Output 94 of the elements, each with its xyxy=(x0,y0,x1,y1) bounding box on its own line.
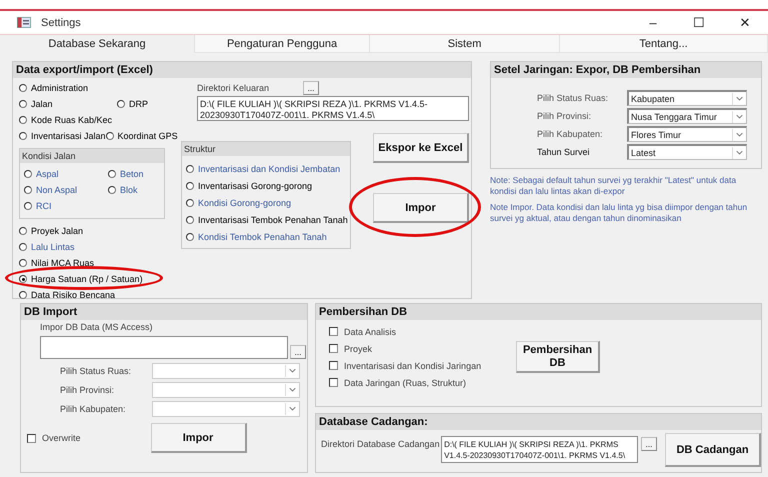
radio-label: DRP xyxy=(129,99,148,109)
checkbox-label: Inventarisasi dan Kondisi Jaringan xyxy=(344,360,482,370)
radio-label: Data Risiko Bencana xyxy=(31,290,116,300)
checkbox-label: Proyek xyxy=(344,344,372,354)
radio-label: Jalan xyxy=(31,99,53,109)
radio-button[interactable] xyxy=(108,170,116,178)
radio-button[interactable] xyxy=(186,198,194,206)
radio-label: Administration xyxy=(31,83,88,93)
field-label: Direktori Keluaran xyxy=(197,83,270,93)
radio-button[interactable] xyxy=(19,243,27,251)
radio-button[interactable] xyxy=(19,259,27,267)
browse-button[interactable]: ... xyxy=(303,81,319,95)
checkbox-label: Data Jaringan (Ruas, Struktur) xyxy=(344,378,466,388)
radio-label: RCI xyxy=(36,201,52,211)
backup-button[interactable]: DB Cadangan xyxy=(665,433,761,467)
radio-button[interactable] xyxy=(19,275,27,283)
radio-label: Harga Satuan (Rp / Satuan) xyxy=(31,274,143,284)
radio-button[interactable] xyxy=(186,182,194,190)
note-text: Note Impor. Data kondisi dan lalu linta yg bisa diimpor dengan tahun survei yg aktual, atau dengan tahun dinominasikan xyxy=(490,202,748,224)
checkbox[interactable] xyxy=(27,434,36,442)
radio-label: Koordinat GPS xyxy=(118,131,178,141)
radio-button[interactable] xyxy=(186,232,194,240)
action-button[interactable]: Impor xyxy=(373,193,469,223)
import-button[interactable]: Impor xyxy=(150,423,247,453)
tab[interactable]: Pengaturan Pengguna xyxy=(194,35,370,53)
field-label: Pilih Status Ruas: xyxy=(60,366,132,376)
browse-button[interactable]: ... xyxy=(290,345,306,359)
browse-button[interactable]: ... xyxy=(641,437,657,451)
checkbox[interactable] xyxy=(329,344,338,353)
dropdown[interactable]: Latest xyxy=(627,144,747,160)
checkbox[interactable] xyxy=(329,378,338,387)
panel-title: Database Cadangan: xyxy=(316,414,761,430)
group-title: Struktur xyxy=(182,142,350,156)
radio-button[interactable] xyxy=(24,186,32,194)
radio-label: Nilai MCA Ruas xyxy=(31,258,94,268)
radio-label: Blok xyxy=(120,185,138,195)
radio-label: Kode Ruas Kab/Kec xyxy=(31,115,112,125)
app-icon xyxy=(17,17,31,28)
dropdown[interactable]: Flores Timur xyxy=(627,126,747,142)
cleanup-button[interactable]: Pembersihan DB xyxy=(516,341,600,373)
dropdown[interactable]: Kabupaten xyxy=(627,90,747,106)
radio-label: Aspal xyxy=(36,169,59,179)
panel-title: Setel Jaringan: Expor, DB Pembersihan xyxy=(491,62,761,78)
radio-button[interactable] xyxy=(19,84,27,92)
field-label: Pilih Status Ruas: xyxy=(537,93,610,103)
radio-button[interactable] xyxy=(19,100,27,108)
backup-directory-field[interactable]: D:\( FILE KULIAH )\( SKRIPSI REZA )\1. PKRMS V1.4.5-20230930T170407Z-001\1. PKRMS V1.4.5\ xyxy=(441,436,638,463)
panel-title: DB Import xyxy=(21,304,307,320)
maximize-button[interactable]: ☐ xyxy=(676,11,722,34)
radio-label: Inventarisasi Gorong-gorong xyxy=(198,180,312,190)
radio-label: Inventarisasi Tembok Penahan Tanah xyxy=(198,214,348,224)
panel-title: Data export/import (Excel) xyxy=(13,62,471,78)
group-title: Kondisi Jalan xyxy=(20,149,164,163)
radio-label: Inventarisasi Jalan xyxy=(31,131,106,141)
field-label: Pilih Provinsi: xyxy=(60,385,116,395)
close-button[interactable]: ✕ xyxy=(722,11,768,34)
radio-label: Beton xyxy=(120,169,144,179)
radio-button[interactable] xyxy=(186,216,194,224)
checkbox[interactable] xyxy=(329,327,338,336)
field-label: Pilih Kabupaten: xyxy=(537,129,604,139)
radio-label: Kondisi Tembok Penahan Tanah xyxy=(198,232,327,242)
action-button[interactable]: Ekspor ke Excel xyxy=(373,133,469,163)
tab[interactable]: Tentang... xyxy=(560,35,768,53)
field-label: Pilih Kabupaten: xyxy=(60,404,127,414)
checkbox[interactable] xyxy=(329,361,338,370)
radio-button[interactable] xyxy=(106,132,114,140)
note-text: Note: Sebagai default tahun survei yg terakhir "Latest" untuk data kondisi dan lalu lintas akan di-expor xyxy=(490,175,738,197)
tab[interactable]: Sistem xyxy=(370,35,560,53)
dropdown[interactable]: Nusa Tenggara Timur xyxy=(627,108,747,124)
output-directory-field[interactable]: D:\( FILE KULIAH )\( SKRIPSI REZA )\1. PKRMS V1.4.5-20230930T170407Z-001\1. PKRMS V1.4.5\ xyxy=(197,96,469,121)
radio-button[interactable] xyxy=(24,202,32,210)
file-path-field[interactable] xyxy=(40,336,288,359)
radio-button[interactable] xyxy=(19,227,27,235)
radio-label: Proyek Jalan xyxy=(31,226,84,236)
field-label: Tahun Survei xyxy=(537,147,591,157)
radio-button[interactable] xyxy=(19,132,27,140)
checkbox-label: Overwrite xyxy=(42,433,81,443)
radio-button[interactable] xyxy=(108,186,116,194)
field-label: Direktori Database Cadangan xyxy=(321,439,441,449)
radio-label: Lalu Lintas xyxy=(31,242,75,252)
window-title: Settings xyxy=(41,16,82,28)
radio-label: Non Aspal xyxy=(36,185,78,195)
radio-label: Inventarisasi dan Kondisi Jembatan xyxy=(198,164,340,174)
radio-button[interactable] xyxy=(24,170,32,178)
radio-label: Kondisi Gorong-gorong xyxy=(198,198,292,208)
radio-button[interactable] xyxy=(19,116,27,124)
field-label: Pilih Provinsi: xyxy=(537,111,592,121)
minimize-button[interactable]: – xyxy=(630,11,676,34)
radio-button[interactable] xyxy=(117,100,125,108)
radio-button[interactable] xyxy=(19,291,27,299)
panel-title: Pembersihan DB xyxy=(316,304,761,320)
radio-button[interactable] xyxy=(186,164,194,172)
checkbox-label: Data Analisis xyxy=(344,326,396,336)
field-label: Impor DB Data (MS Access) xyxy=(40,322,154,334)
